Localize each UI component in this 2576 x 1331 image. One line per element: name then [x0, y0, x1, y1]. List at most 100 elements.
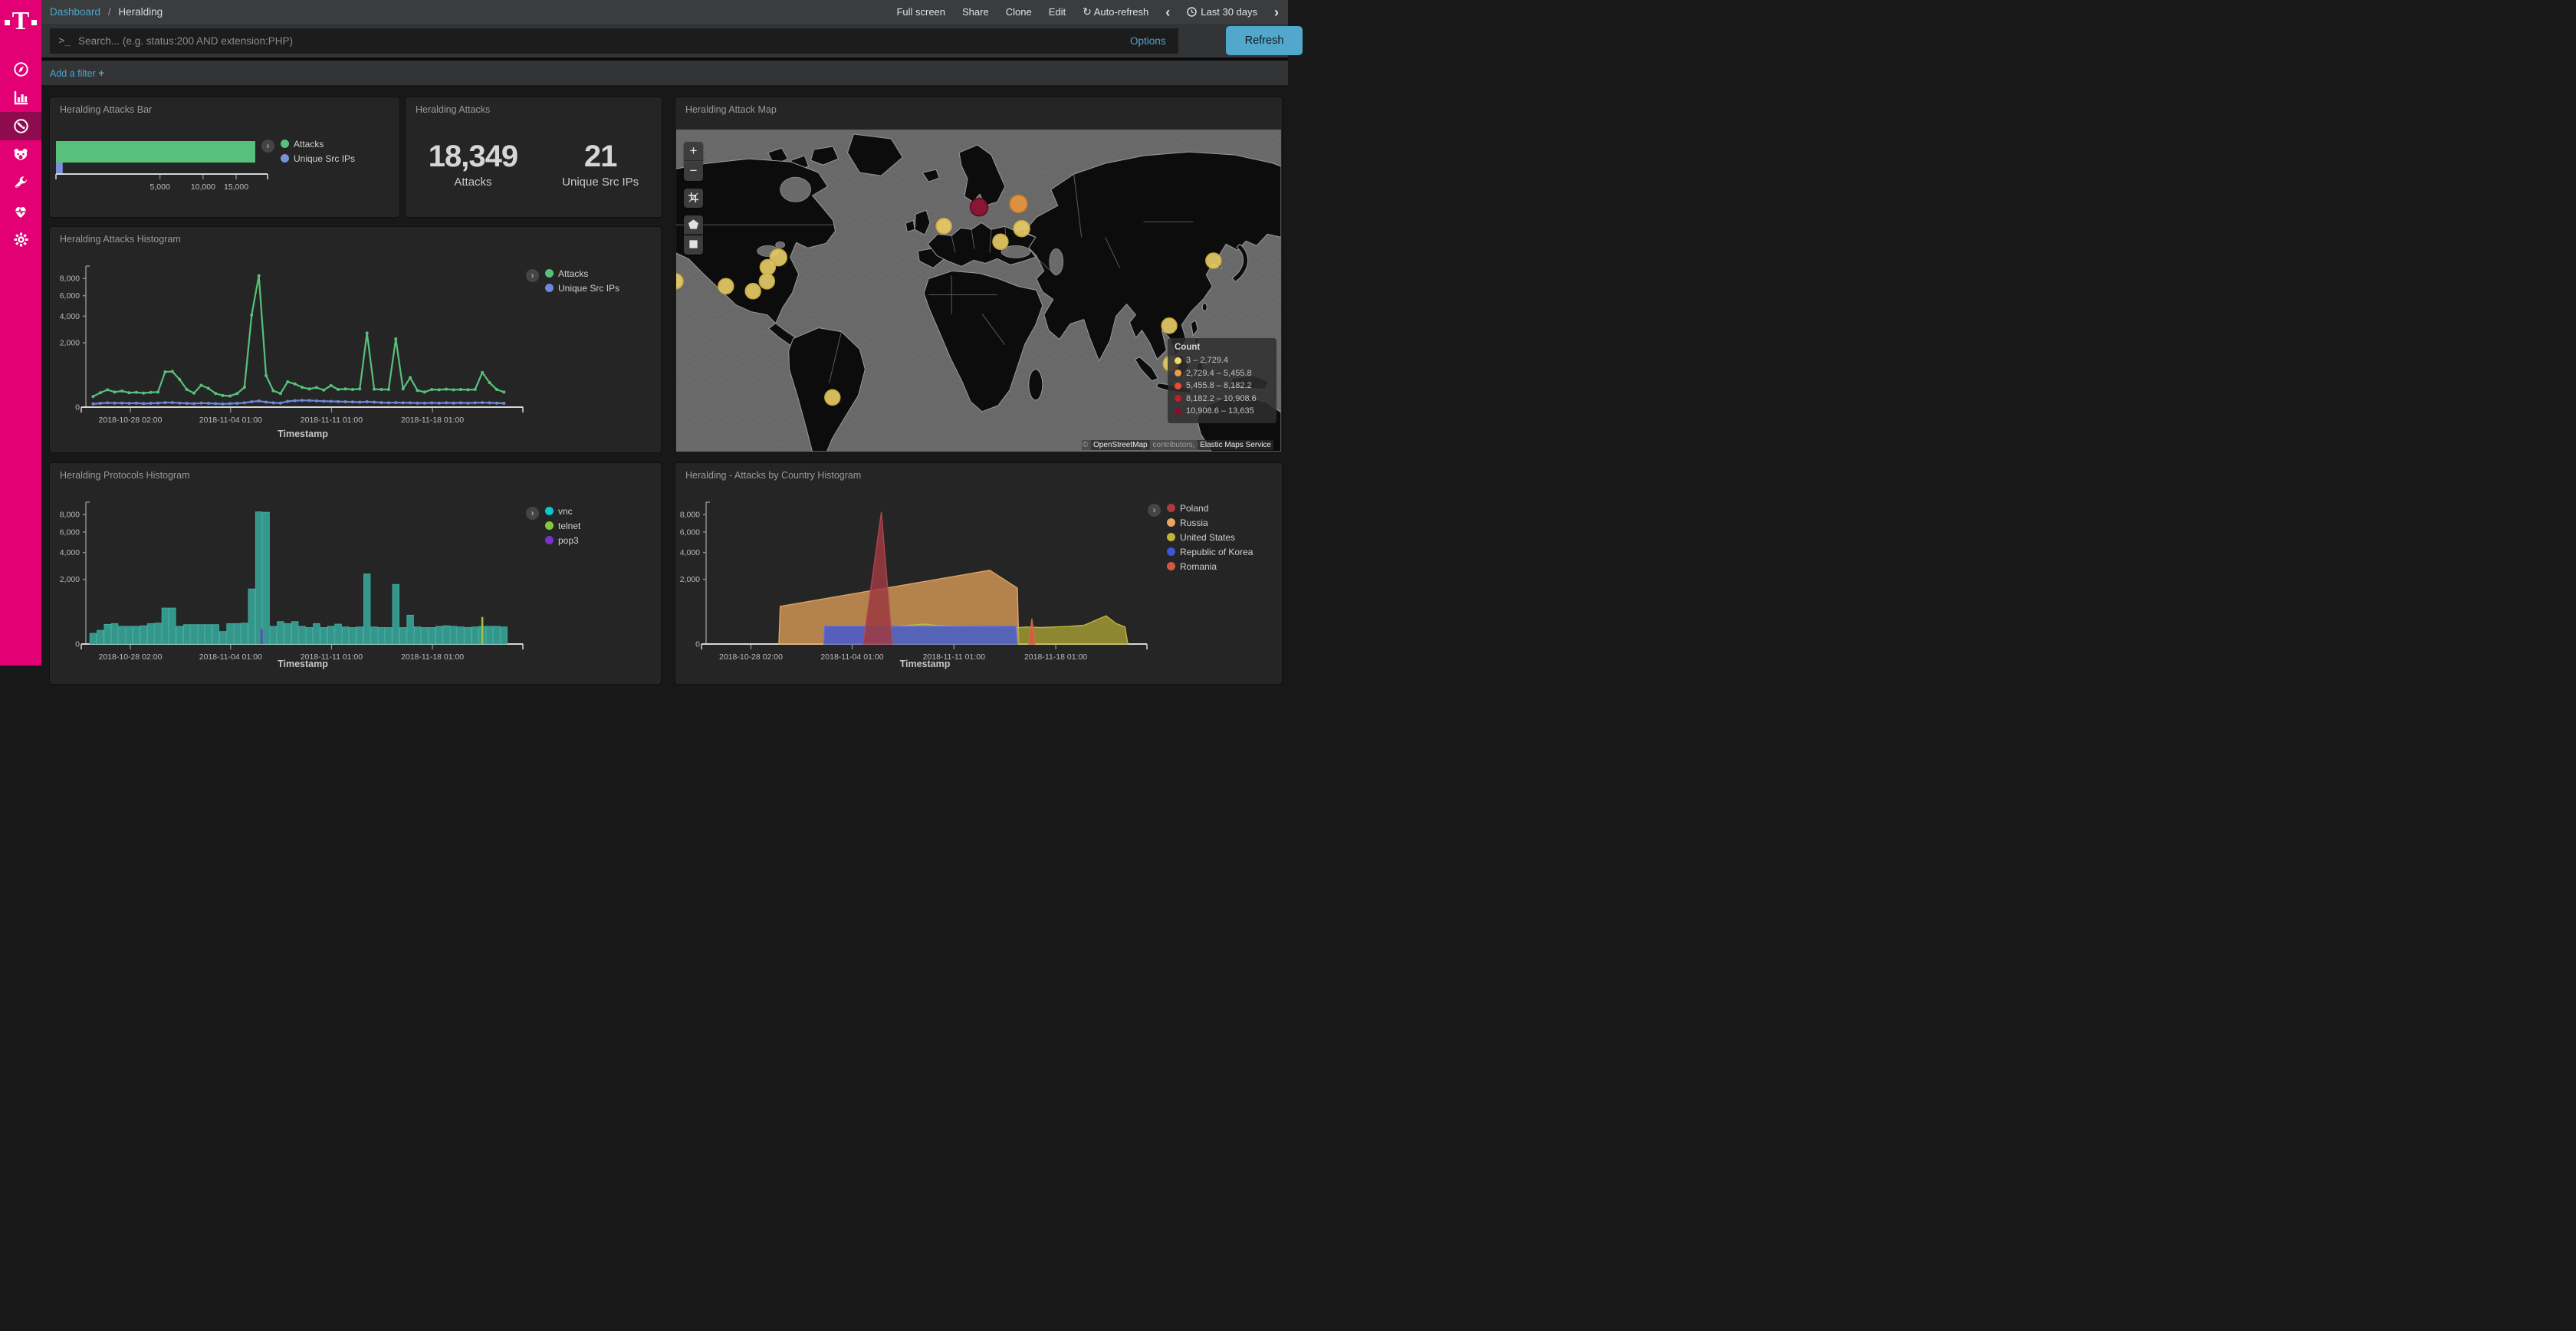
legend-item[interactable]: Attacks [281, 136, 355, 151]
time-forward-button[interactable]: › [1274, 5, 1279, 19]
map-legend-range-label: 8,182.2 – 10,908.6 [1186, 394, 1257, 403]
sidebar-item-discover[interactable] [0, 55, 41, 84]
legend-color-dot [1167, 518, 1175, 527]
map-legend-range-label: 2,729.4 – 5,455.8 [1186, 369, 1252, 378]
legend-color-dot [545, 536, 554, 544]
country-histogram-legend: Poland Russia United States Republic of Kor… [1167, 501, 1253, 573]
map-legend-item: 2,729.4 – 5,455.8 [1175, 367, 1270, 380]
svg-text:15,000: 15,000 [224, 182, 248, 192]
svg-text:6,000: 6,000 [680, 527, 700, 537]
plus-icon: + [98, 67, 104, 79]
legend-toggle-icon[interactable]: › [261, 140, 274, 153]
clock-icon [1187, 7, 1197, 17]
panel-heralding-attack-map: Heralding Attack Map [675, 97, 1283, 453]
breadcrumb-dashboard-link[interactable]: Dashboard [50, 6, 100, 18]
time-range-picker[interactable]: Last 30 days [1187, 6, 1257, 18]
svg-text:2018-11-18 01:00: 2018-11-18 01:00 [401, 652, 464, 662]
elastic-maps-service-link[interactable]: Elastic Maps Service [1198, 440, 1273, 450]
panel-heralding-protocols-histogram: Heralding Protocols Histogram 8,0006,000… [49, 462, 662, 685]
sidebar-item-devtools[interactable] [0, 169, 41, 197]
legend-item[interactable]: Unique Src IPs [281, 151, 355, 166]
svg-text:4,000: 4,000 [60, 312, 80, 321]
world-map[interactable]: + − Count 3 – 2,729.42,729.4 – 5,455.85,… [676, 130, 1281, 452]
metric-group: 18,349 Attacks 21 Unique Src IPs [406, 97, 662, 217]
svg-text:6,000: 6,000 [60, 291, 80, 301]
clone-button[interactable]: Clone [1006, 6, 1032, 18]
app-sidebar: T [0, 0, 41, 666]
legend-item[interactable]: Attacks [545, 266, 619, 281]
legend-item[interactable]: United States [1167, 530, 1253, 544]
legend-label: Unique Src IPs [558, 283, 619, 294]
legend-toggle-icon[interactable]: › [1148, 504, 1161, 517]
legend-item[interactable]: Poland [1167, 501, 1253, 515]
time-back-button[interactable]: ‹ [1165, 5, 1170, 19]
edit-button[interactable]: Edit [1049, 6, 1066, 18]
legend-item[interactable]: telnet [545, 518, 580, 533]
svg-text:8,000: 8,000 [60, 274, 80, 284]
svg-text:4,000: 4,000 [680, 548, 700, 557]
metric-label: Attacks [429, 176, 518, 189]
legend-label: Unique Src IPs [294, 153, 355, 164]
share-button[interactable]: Share [962, 6, 989, 18]
svg-text:6,000: 6,000 [60, 527, 80, 537]
svg-text:0: 0 [75, 403, 80, 412]
breadcrumb: Dashboard / Heralding [50, 6, 163, 18]
svg-text:2018-11-11 01:00: 2018-11-11 01:00 [301, 416, 363, 425]
svg-text:2,000: 2,000 [680, 575, 700, 584]
map-legend-color-dot [1175, 370, 1181, 376]
attacks-histogram-legend: Attacks Unique Src IPs [545, 266, 619, 295]
legend-label: telnet [558, 521, 580, 531]
attacks-histogram-chart[interactable]: 8,0006,0004,0002,00002018-10-28 02:00201… [50, 227, 661, 452]
map-draw-polygon-button[interactable] [684, 215, 703, 235]
add-filter-link[interactable]: Add a filter + [50, 67, 104, 79]
svg-text:8,000: 8,000 [680, 511, 700, 520]
sidebar-nav [0, 55, 41, 254]
openstreetmap-link[interactable]: OpenStreetMap [1091, 440, 1150, 450]
sidebar-item-management[interactable] [0, 225, 41, 254]
map-fit-bounds-button[interactable] [684, 189, 703, 208]
legend-color-dot [1167, 504, 1175, 512]
protocols-histogram-chart[interactable]: 8,0006,0004,0002,00002018-10-28 02:00201… [50, 463, 661, 684]
legend-item[interactable]: Republic of Korea [1167, 544, 1253, 559]
query-prompt-icon: >_ [59, 35, 71, 47]
map-zoom-in-button[interactable]: + [684, 142, 703, 161]
map-draw-rectangle-button[interactable] [684, 235, 703, 255]
legend-label: Republic of Korea [1180, 547, 1253, 557]
sidebar-item-monitoring[interactable] [0, 197, 41, 225]
map-legend-range-label: 3 – 2,729.4 [1186, 356, 1228, 365]
legend-item[interactable]: pop3 [545, 533, 580, 547]
panel-heralding-attacks-histogram: Heralding Attacks Histogram 8,0006,0004,… [49, 226, 662, 453]
svg-text:2018-11-18 01:00: 2018-11-18 01:00 [1024, 652, 1087, 662]
t-mobile-logo[interactable]: T [0, 0, 41, 43]
country-histogram-chart[interactable]: 8,0006,0004,0002,00002018-10-28 02:00201… [675, 463, 1282, 684]
legend-toggle-icon[interactable]: › [526, 507, 539, 520]
legend-item[interactable]: Unique Src IPs [545, 281, 619, 295]
refresh-button[interactable]: Refresh [1226, 26, 1303, 55]
map-zoom-out-button[interactable]: − [684, 162, 703, 181]
query-options-link[interactable]: Options [1130, 35, 1166, 47]
svg-text:2018-11-04 01:00: 2018-11-04 01:00 [199, 652, 262, 662]
auto-refresh-button[interactable]: ↻ Auto-refresh [1083, 5, 1148, 18]
legend-item[interactable]: vnc [545, 504, 580, 518]
svg-text:2018-10-28 02:00: 2018-10-28 02:00 [99, 416, 163, 425]
svg-text:8,000: 8,000 [60, 511, 80, 520]
legend-label: Poland [1180, 503, 1208, 514]
t-logo-square-left [5, 20, 10, 25]
search-input[interactable] [78, 35, 1130, 47]
legend-item[interactable]: Russia [1167, 515, 1253, 530]
panel-heralding-attacks-metric: Heralding Attacks 18,349 Attacks 21 Uniq… [405, 97, 662, 218]
sidebar-item-honeypot[interactable] [0, 140, 41, 169]
legend-toggle-icon[interactable]: › [526, 269, 539, 282]
legend-item[interactable]: Romania [1167, 559, 1253, 573]
svg-text:5,000: 5,000 [150, 182, 170, 192]
legend-label: pop3 [558, 535, 579, 546]
legend-color-dot [545, 507, 554, 515]
legend-color-dot [1167, 562, 1175, 570]
search-bar-row: >_ Options Refresh [41, 24, 1288, 58]
map-legend-item: 8,182.2 – 10,908.6 [1175, 393, 1270, 406]
full-screen-button[interactable]: Full screen [896, 6, 945, 18]
sidebar-item-visualize[interactable] [0, 84, 41, 112]
sidebar-item-dashboard[interactable] [0, 112, 41, 140]
panel-attacks-by-country-histogram: Heralding - Attacks by Country Histogram… [675, 462, 1283, 685]
legend-label: Russia [1180, 518, 1208, 528]
